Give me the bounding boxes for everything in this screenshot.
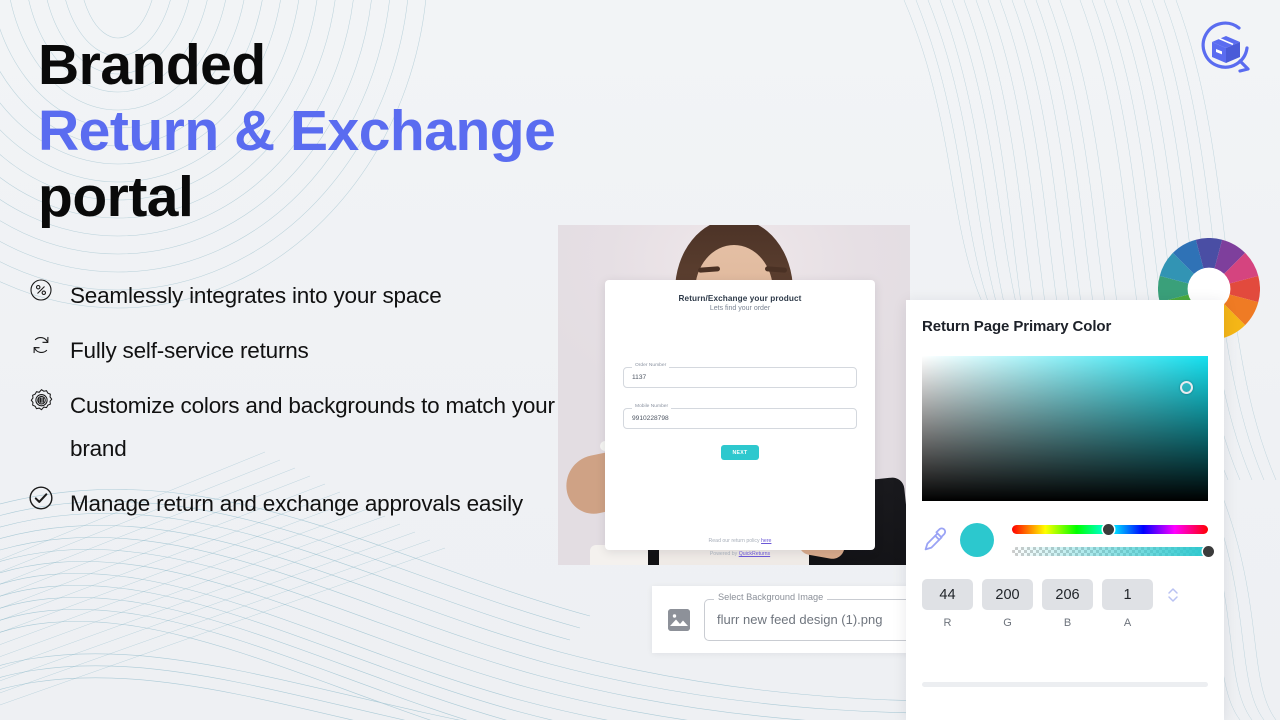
color-picker-panel: Return Page Primary Color 44 R 200 G 206… — [906, 300, 1224, 720]
brand-seal-icon — [26, 385, 56, 415]
background-image-input[interactable]: flurr new feed design (1).png — [704, 598, 910, 641]
mobile-number-input[interactable]: 9910228798 — [623, 408, 857, 429]
hue-slider[interactable] — [1012, 523, 1208, 535]
page-title: Branded Return & Exchange portal — [38, 32, 678, 230]
saturation-handle[interactable] — [1180, 381, 1193, 394]
order-number-input[interactable]: 1137 — [623, 367, 857, 388]
return-policy-text: Read our return policy — [708, 538, 760, 544]
return-policy-footer: Read our return policy here — [605, 538, 875, 544]
feature-text: Customize colors and backgrounds to matc… — [70, 393, 555, 461]
hue-slider-knob[interactable] — [1102, 523, 1114, 535]
color-picker-title: Return Page Primary Color — [922, 318, 1112, 335]
red-input[interactable]: 44 — [922, 579, 973, 610]
headline-line-2: Return & Exchange — [38, 99, 556, 163]
powered-by-footer: Powered by QuickReturns — [605, 551, 875, 557]
feature-item: Manage return and exchange approvals eas… — [26, 482, 566, 525]
promo-banner: Branded Return & Exchange portal Seamles… — [0, 0, 1280, 720]
percent-badge-icon — [26, 275, 56, 305]
quickreturns-package-logo — [1190, 14, 1262, 86]
eyedropper-icon[interactable] — [922, 525, 948, 555]
powered-by-link[interactable]: QuickReturns — [739, 551, 770, 557]
feature-list: Seamlessly integrates into your space Fu… — [26, 274, 566, 537]
mobile-number-field[interactable]: Mobile Number 9910228798 — [623, 404, 857, 429]
background-image-label: Select Background Image — [714, 591, 828, 602]
powered-by-text: Powered by — [709, 551, 738, 557]
feature-item: Fully self-service returns — [26, 329, 566, 372]
feature-text: Manage return and exchange approvals eas… — [70, 491, 523, 516]
alpha-slider[interactable] — [1012, 545, 1214, 557]
blue-label: B — [1063, 617, 1072, 629]
green-channel: 200 G — [982, 579, 1033, 629]
blue-channel: 206 B — [1042, 579, 1093, 629]
check-circle-icon — [26, 483, 56, 513]
green-label: G — [1003, 617, 1012, 629]
return-policy-link[interactable]: here — [761, 538, 771, 544]
mobile-number-label: Mobile Number — [632, 404, 672, 409]
alpha-channel: 1 A — [1102, 579, 1153, 629]
order-number-field[interactable]: Order Number 1137 — [623, 363, 857, 388]
feature-text: Fully self-service returns — [70, 338, 309, 363]
portal-card-subtitle: Lets find your order — [709, 305, 771, 312]
order-number-label: Order Number — [632, 363, 670, 368]
return-portal-card: Return/Exchange your product Lets find y… — [605, 280, 875, 557]
refresh-cycle-icon — [26, 330, 56, 360]
up-down-stepper-icon[interactable] — [1162, 579, 1184, 610]
current-color-swatch[interactable] — [960, 523, 994, 557]
alpha-label: A — [1123, 617, 1132, 629]
background-image-selector-card: Select Background Image flurr new feed d… — [652, 586, 910, 653]
panel-divider — [922, 682, 1208, 687]
headline-line-1: Branded — [38, 33, 266, 97]
next-button[interactable]: NEXT — [721, 445, 759, 460]
feature-item: Customize colors and backgrounds to matc… — [26, 384, 566, 470]
portal-card-title: Return/Exchange your product — [678, 294, 802, 303]
red-label: R — [943, 617, 952, 629]
image-thumbnail-icon — [668, 608, 690, 631]
red-channel: 44 R — [922, 579, 973, 629]
color-controls-row — [922, 523, 1214, 557]
blue-input[interactable]: 206 — [1042, 579, 1093, 610]
background-image-field[interactable]: Select Background Image flurr new feed d… — [704, 591, 910, 641]
alpha-slider-knob[interactable] — [1202, 545, 1214, 557]
headline-line-3: portal — [38, 165, 194, 229]
color-sliders — [1006, 523, 1214, 557]
saturation-value-area[interactable] — [922, 356, 1208, 501]
green-input[interactable]: 200 — [982, 579, 1033, 610]
feature-item: Seamlessly integrates into your space — [26, 274, 566, 317]
rgba-inputs: 44 R 200 G 206 B 1 A — [922, 579, 1208, 629]
feature-text: Seamlessly integrates into your space — [70, 283, 442, 308]
alpha-input[interactable]: 1 — [1102, 579, 1153, 610]
